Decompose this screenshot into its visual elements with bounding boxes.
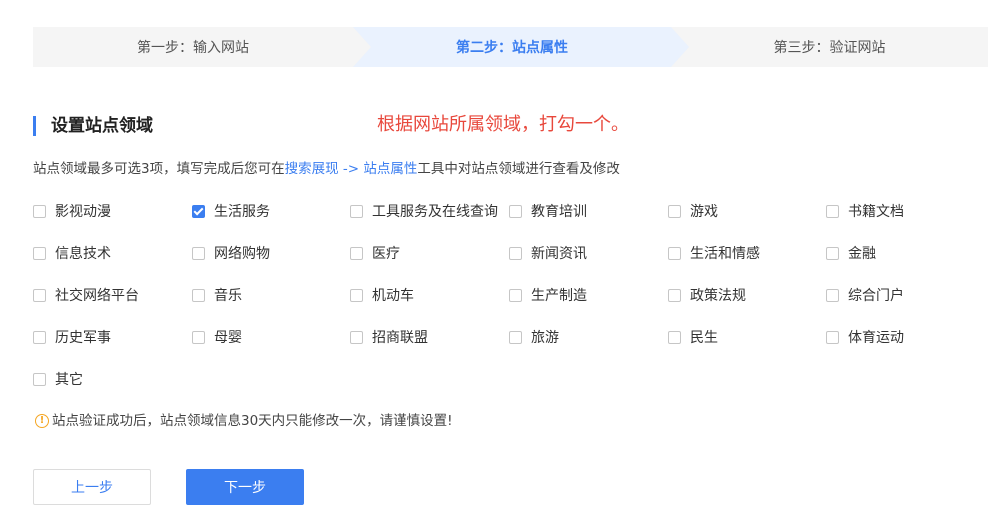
category-label: 母婴 xyxy=(214,330,242,346)
checkbox[interactable] xyxy=(350,330,363,344)
description-suffix: 工具中对站点领域进行查看及修改 xyxy=(417,161,620,177)
prev-step-button[interactable]: 上一步 xyxy=(33,469,151,505)
step-1-label: 第一步：输入网站 xyxy=(137,40,249,56)
warning-text: 站点验证成功后，站点领域信息30天内只能修改一次，请谨慎设置! xyxy=(52,413,453,429)
category-option[interactable]: 体育运动 xyxy=(826,326,904,348)
category-label: 民生 xyxy=(690,330,718,346)
category-option[interactable]: 民生 xyxy=(668,326,718,348)
category-label: 生活和情感 xyxy=(690,246,760,262)
category-label: 新闻资讯 xyxy=(531,246,587,262)
category-label: 影视动漫 xyxy=(55,204,111,220)
checkbox[interactable] xyxy=(33,204,46,218)
checkbox[interactable] xyxy=(509,288,522,302)
category-label: 医疗 xyxy=(372,246,400,262)
checkbox[interactable] xyxy=(33,330,46,344)
checkbox[interactable] xyxy=(668,204,681,218)
category-label: 生活服务 xyxy=(214,204,270,220)
checkbox[interactable] xyxy=(350,246,363,260)
link-arrow: -> xyxy=(338,161,364,177)
checkbox[interactable] xyxy=(350,288,363,302)
step-1: 第一步：输入网站 xyxy=(33,27,353,67)
search-display-link[interactable]: 搜索展现 xyxy=(285,161,339,177)
category-option[interactable]: 机动车 xyxy=(350,284,414,306)
step-3: 第三步：验证网站 xyxy=(671,27,988,67)
warning-icon: ! xyxy=(35,414,49,428)
site-settings-page: 第一步：输入网站 第二步：站点属性 第三步：验证网站 设置站点领域 根据网站所属… xyxy=(0,0,988,516)
category-option[interactable]: 教育培训 xyxy=(509,200,587,222)
category-option[interactable]: 生活服务 xyxy=(192,200,270,222)
category-option[interactable]: 综合门户 xyxy=(826,284,904,306)
category-option[interactable]: 书籍文档 xyxy=(826,200,904,222)
category-label: 信息技术 xyxy=(55,246,111,262)
checkbox[interactable] xyxy=(33,372,46,386)
category-label: 书籍文档 xyxy=(848,204,904,220)
checkbox[interactable] xyxy=(509,204,522,218)
category-option[interactable]: 其它 xyxy=(33,368,83,390)
category-option[interactable]: 信息技术 xyxy=(33,242,111,264)
category-option[interactable]: 医疗 xyxy=(350,242,400,264)
checkbox-checked[interactable] xyxy=(192,204,205,218)
category-label: 生产制造 xyxy=(531,288,587,304)
category-option[interactable]: 游戏 xyxy=(668,200,718,222)
checkbox[interactable] xyxy=(33,288,46,302)
checkbox[interactable] xyxy=(192,288,205,302)
checkbox[interactable] xyxy=(33,246,46,260)
category-option[interactable]: 网络购物 xyxy=(192,242,270,264)
step-2-label: 第二步：站点属性 xyxy=(456,40,568,56)
category-label: 体育运动 xyxy=(848,330,904,346)
annotation-note: 根据网站所属领域，打勾一个。 xyxy=(377,114,629,135)
checkbox[interactable] xyxy=(668,288,681,302)
category-label: 网络购物 xyxy=(214,246,270,262)
category-label: 音乐 xyxy=(214,288,242,304)
checkbox[interactable] xyxy=(826,204,839,218)
category-option[interactable]: 生产制造 xyxy=(509,284,587,306)
category-label: 招商联盟 xyxy=(372,330,428,346)
step-3-label: 第三步：验证网站 xyxy=(773,40,886,56)
checkbox[interactable] xyxy=(509,330,522,344)
category-option[interactable]: 工具服务及在线查询 xyxy=(350,200,498,222)
category-option[interactable]: 旅游 xyxy=(509,326,559,348)
checkbox[interactable] xyxy=(192,330,205,344)
category-option[interactable]: 生活和情感 xyxy=(668,242,760,264)
category-label: 游戏 xyxy=(690,204,718,220)
category-label: 教育培训 xyxy=(531,204,587,220)
checkbox[interactable] xyxy=(826,288,839,302)
category-label: 综合门户 xyxy=(848,288,904,304)
step-progress-bar: 第一步：输入网站 第二步：站点属性 第三步：验证网站 xyxy=(33,27,988,67)
step-divider-arrow xyxy=(671,27,689,67)
checkbox[interactable] xyxy=(668,246,681,260)
domain-description: 站点领域最多可选3项，填写完成后您可在搜索展现 -> 站点属性工具中对站点领域进… xyxy=(33,158,620,180)
category-option[interactable]: 母婴 xyxy=(192,326,242,348)
description-prefix: 站点领域最多可选3项，填写完成后您可在 xyxy=(33,161,285,177)
category-label: 政策法规 xyxy=(690,288,746,304)
category-label: 机动车 xyxy=(372,288,414,304)
checkbox[interactable] xyxy=(509,246,522,260)
category-label: 其它 xyxy=(55,372,83,388)
category-option[interactable]: 影视动漫 xyxy=(33,200,111,222)
category-option[interactable]: 招商联盟 xyxy=(350,326,428,348)
category-option[interactable]: 政策法规 xyxy=(668,284,746,306)
category-label: 旅游 xyxy=(531,330,559,346)
category-option[interactable]: 社交网络平台 xyxy=(33,284,139,306)
next-step-button[interactable]: 下一步 xyxy=(186,469,304,505)
category-option[interactable]: 新闻资讯 xyxy=(509,242,587,264)
warning-notice: ! 站点验证成功后，站点领域信息30天内只能修改一次，请谨慎设置! xyxy=(35,410,453,432)
category-label: 社交网络平台 xyxy=(55,288,139,304)
category-label: 历史军事 xyxy=(55,330,111,346)
category-label: 工具服务及在线查询 xyxy=(372,204,498,220)
category-label: 金融 xyxy=(848,246,876,262)
step-divider-arrow xyxy=(353,27,371,67)
checkbox[interactable] xyxy=(668,330,681,344)
checkbox[interactable] xyxy=(826,246,839,260)
step-2-active: 第二步：站点属性 xyxy=(353,27,671,67)
site-attribute-link[interactable]: 站点属性 xyxy=(363,161,417,177)
checkbox[interactable] xyxy=(350,204,363,218)
checkbox[interactable] xyxy=(826,330,839,344)
section-title: 设置站点领域 xyxy=(33,116,153,136)
category-option[interactable]: 金融 xyxy=(826,242,876,264)
category-option[interactable]: 历史军事 xyxy=(33,326,111,348)
category-option[interactable]: 音乐 xyxy=(192,284,242,306)
checkbox[interactable] xyxy=(192,246,205,260)
